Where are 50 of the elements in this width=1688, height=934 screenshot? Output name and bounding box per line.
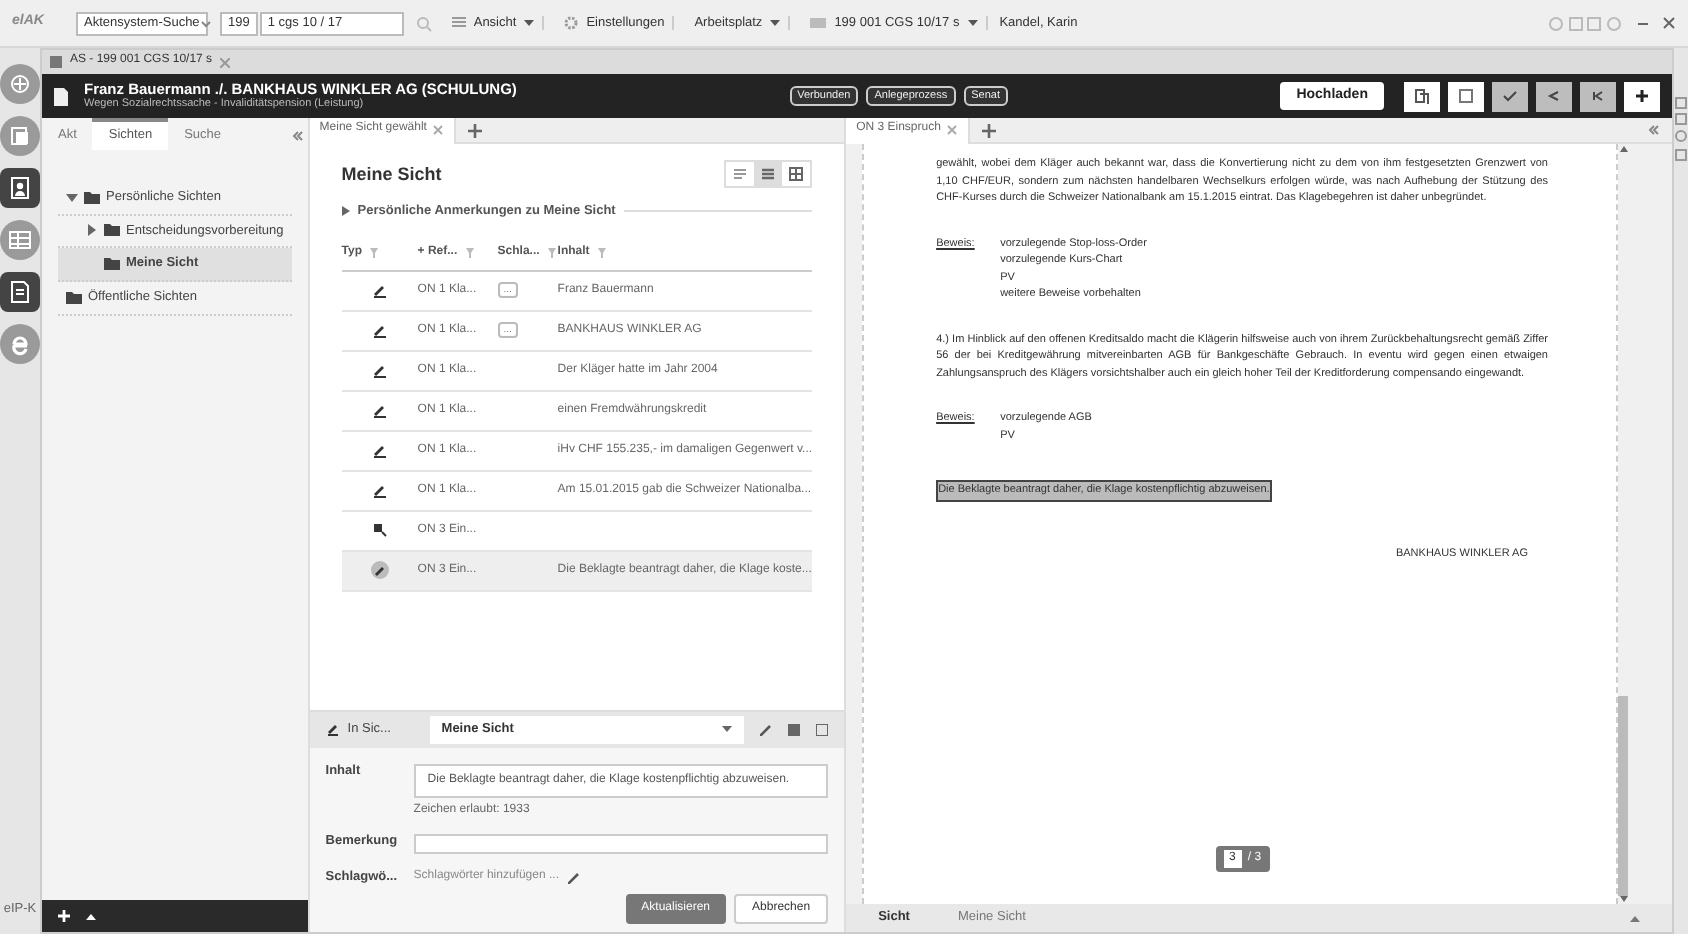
plus-icon[interactable]	[1623, 81, 1660, 111]
delete-icon[interactable]	[816, 723, 829, 736]
caret-icon[interactable]	[86, 912, 96, 920]
scrollbar-thumb[interactable]	[1618, 696, 1628, 896]
window-tools-drawing	[1548, 15, 1624, 31]
document-icon	[54, 87, 68, 105]
expand-icon[interactable]	[1630, 914, 1640, 922]
pen-icon	[371, 282, 388, 299]
caret-icon	[199, 17, 212, 29]
folder-icon	[104, 224, 120, 237]
case-icon	[50, 56, 62, 68]
plus-icon[interactable]	[58, 910, 70, 922]
collapse-icon[interactable]	[1648, 124, 1660, 136]
check-icon[interactable]	[1491, 81, 1528, 111]
document-icon[interactable]	[0, 272, 40, 312]
collapse-icon[interactable]	[291, 129, 304, 142]
pencil-icon	[567, 871, 579, 884]
back-icon[interactable]	[1535, 81, 1572, 111]
pen-icon	[371, 402, 388, 419]
expanded-icon[interactable]	[66, 191, 78, 204]
caret-icon	[722, 725, 733, 734]
collapsed-icon[interactable]	[341, 206, 350, 217]
view-title: Meine Sicht	[341, 163, 442, 185]
pen-icon	[371, 442, 388, 459]
pen-icon	[325, 722, 340, 737]
list-icon	[451, 16, 466, 29]
person-card-icon[interactable]	[0, 168, 40, 208]
folder-icon	[104, 258, 120, 271]
skip-back-icon[interactable]	[1579, 81, 1616, 111]
pen-icon	[371, 362, 388, 379]
pen-icon	[371, 482, 388, 499]
save-icon[interactable]	[788, 723, 801, 736]
add-tab-icon[interactable]	[982, 123, 997, 137]
close-icon[interactable]	[1662, 16, 1676, 30]
panel-icon[interactable]	[1447, 81, 1484, 111]
edit-icon[interactable]	[760, 723, 773, 736]
collapsed-icon[interactable]	[86, 224, 98, 237]
files-icon[interactable]	[0, 116, 40, 156]
rows-icon[interactable]	[754, 162, 783, 186]
marker-icon	[371, 522, 388, 539]
emblem-icon[interactable]	[0, 64, 40, 104]
pen-icon	[371, 322, 388, 339]
browser-icon[interactable]	[0, 324, 40, 364]
gear-icon	[564, 15, 579, 30]
table-icon[interactable]	[0, 220, 40, 260]
folder-icon	[810, 16, 827, 29]
add-tab-icon[interactable]	[468, 123, 483, 137]
copy-icon[interactable]	[1403, 81, 1440, 111]
folder-icon	[66, 292, 82, 305]
pen-icon	[369, 560, 390, 581]
